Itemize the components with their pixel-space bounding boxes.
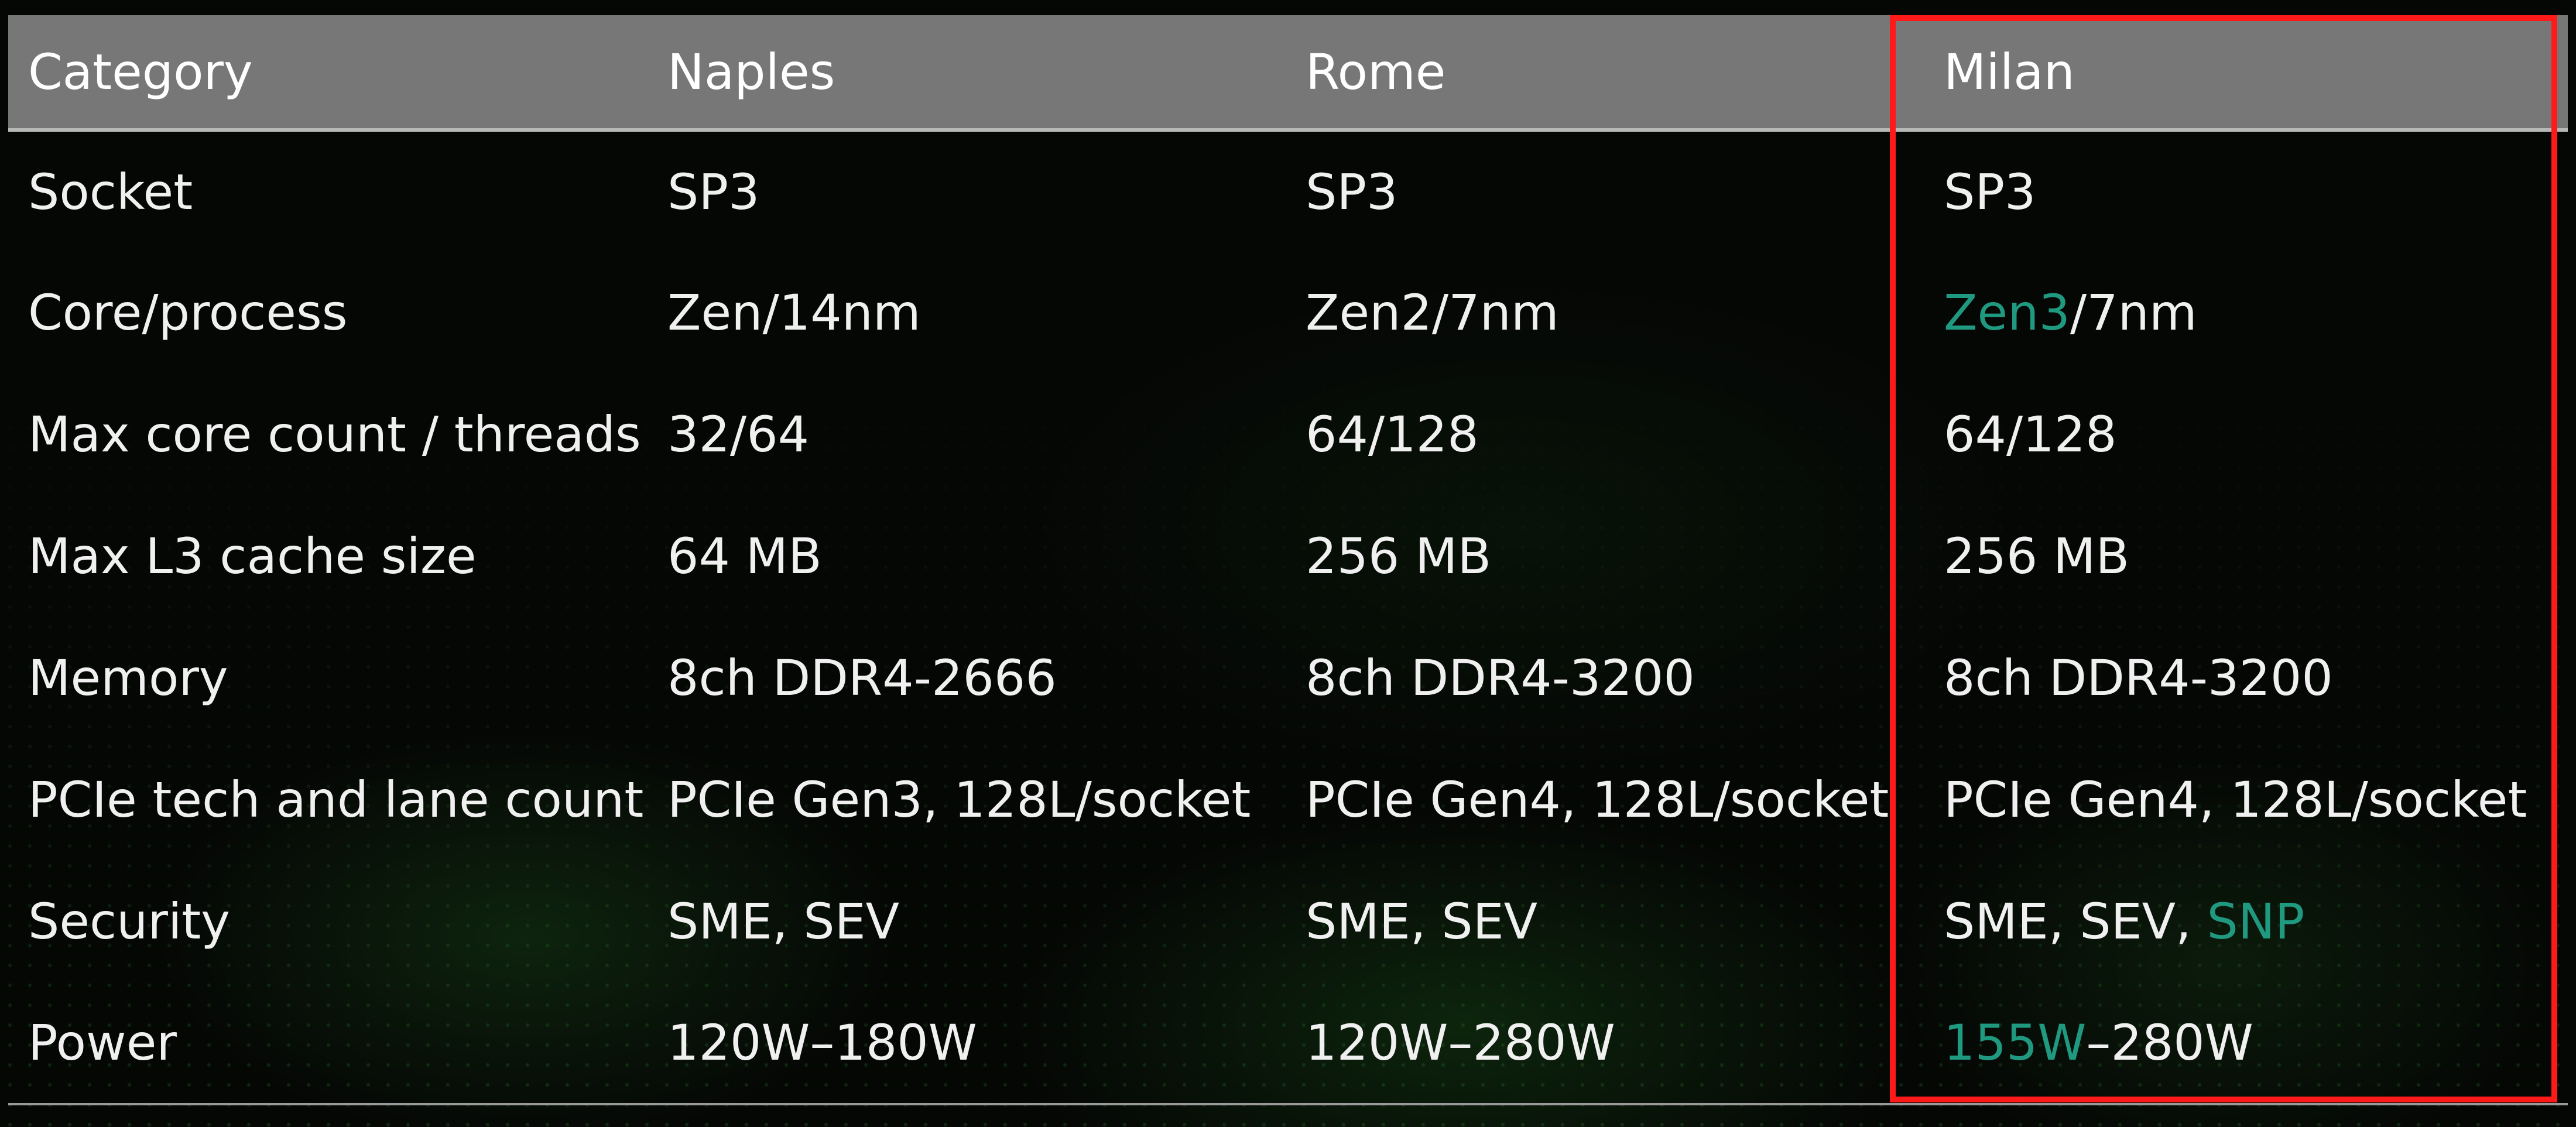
cell-naples: Zen/14nm (667, 284, 921, 341)
cell-naples: SP3 (667, 163, 760, 221)
milan-highlight-text: SNP (2207, 893, 2305, 950)
table-row: PCIe tech and lane count PCIe Gen3, 128L… (8, 739, 2568, 861)
cell-rome: PCIe Gen4, 128L/socket (1306, 771, 1889, 828)
spec-comparison-table-container: Category Naples Rome Milan Socket SP3 SP… (8, 15, 2568, 1105)
cell-milan: 155W–280W (1924, 982, 2568, 1105)
header-milan: Milan (1924, 15, 2568, 132)
cell-naples: 120W–180W (648, 982, 1286, 1105)
cell-naples: PCIe Gen3, 128L/socket (667, 771, 1251, 828)
cell-rome: 120W–280W (1286, 982, 1924, 1105)
row-category: Core/process (28, 284, 348, 341)
row-category: Memory (28, 649, 228, 707)
table-row: Security SME, SEV SME, SEV SME, SEV, SNP (8, 861, 2568, 982)
row-category: Security (28, 893, 230, 950)
table-header-row: Category Naples Rome Milan (8, 15, 2568, 132)
milan-text: /7nm (2070, 284, 2197, 341)
cell-rome: 8ch DDR4-3200 (1306, 649, 1695, 707)
cell-naples: 32/64 (667, 406, 810, 463)
row-category: PCIe tech and lane count (28, 771, 644, 828)
table-row: Memory 8ch DDR4-2666 8ch DDR4-3200 8ch D… (8, 617, 2568, 739)
cell-milan: PCIe Gen4, 128L/socket (1944, 771, 2527, 828)
milan-text: SME, SEV, (1944, 893, 2207, 950)
table-row: Max core count / threads 32/64 64/128 64… (8, 374, 2568, 495)
header-naples: Naples (648, 15, 1286, 132)
cell-milan: Zen3/7nm (1924, 252, 2568, 374)
table-row: Socket SP3 SP3 SP3 (8, 130, 2568, 252)
row-category: Power (8, 982, 648, 1105)
cell-rome: 256 MB (1306, 527, 1492, 585)
table-row: Core/process Zen/14nm Zen2/7nm Zen3/7nm (8, 252, 2568, 374)
cell-milan: SME, SEV, SNP (1924, 861, 2568, 982)
milan-text: –280W (2086, 1014, 2253, 1071)
cell-milan: 64/128 (1944, 406, 2117, 463)
row-category: Socket (28, 163, 193, 221)
table-row: Max L3 cache size 64 MB 256 MB 256 MB (8, 495, 2568, 617)
cell-rome: SP3 (1306, 163, 1398, 221)
header-category: Category (8, 15, 648, 132)
cell-rome: 64/128 (1306, 406, 1479, 463)
cell-milan: SP3 (1944, 163, 2036, 221)
milan-highlight-text: Zen3 (1944, 284, 2070, 341)
cell-naples: SME, SEV (667, 893, 900, 950)
cell-rome: Zen2/7nm (1306, 284, 1559, 341)
milan-highlight-text: 155W (1944, 1014, 2087, 1071)
header-rome: Rome (1286, 15, 1924, 132)
cell-milan: 256 MB (1944, 527, 2130, 585)
spec-comparison-table: Category Naples Rome Milan Socket SP3 SP… (8, 15, 2568, 1105)
table-row: Power 120W–180W 120W–280W 155W–280W (8, 982, 2568, 1105)
row-category: Max L3 cache size (28, 527, 477, 585)
cell-milan: 8ch DDR4-3200 (1944, 649, 2333, 707)
row-category: Max core count / threads (28, 406, 641, 463)
cell-rome: SME, SEV (1306, 893, 1538, 950)
cell-naples: 8ch DDR4-2666 (667, 649, 1057, 707)
cell-naples: 64 MB (667, 527, 822, 585)
